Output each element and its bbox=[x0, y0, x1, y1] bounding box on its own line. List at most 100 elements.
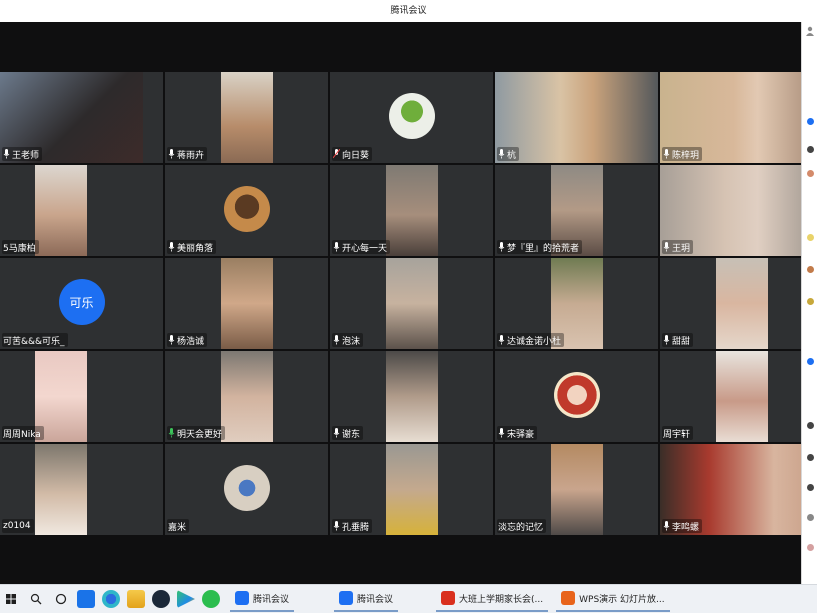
participant-tile[interactable]: z0104 bbox=[0, 444, 163, 535]
participant-name: 开心每一天 bbox=[342, 243, 388, 254]
person-icon[interactable] bbox=[805, 26, 815, 36]
taskbar-app-tencent-meeting[interactable]: 腾讯会议 bbox=[230, 586, 295, 612]
participant-label: 陈梓玥 bbox=[662, 147, 703, 161]
participant-tile[interactable]: 达诚金诺小杜 bbox=[495, 258, 658, 349]
participant-name: 美丽角落 bbox=[177, 243, 214, 254]
participant-label: 宋驿豪 bbox=[497, 426, 538, 440]
participant-tile[interactable]: 美丽角落 bbox=[165, 165, 328, 256]
participant-tile[interactable]: 嘉米 bbox=[165, 444, 328, 535]
participant-name: z0104 bbox=[3, 521, 31, 531]
microphone-icon bbox=[498, 242, 505, 252]
participant-label: 甜甜 bbox=[662, 333, 694, 347]
member-status-icon bbox=[807, 454, 814, 461]
participant-label: 孔垂腾 bbox=[332, 519, 373, 533]
participant-tile[interactable]: 陈梓玥 bbox=[660, 72, 817, 163]
windows-taskbar: 腾讯会议 腾讯会议 大班上学期家长会(... WPS演示 幻灯片放... bbox=[0, 584, 817, 613]
task-view-icon[interactable] bbox=[52, 590, 70, 608]
avatar bbox=[388, 93, 435, 139]
participant-tile[interactable]: 蒋雨卉 bbox=[165, 72, 328, 163]
meeting-stage: 王老师 蒋雨卉 向日葵 杭 陈梓玥 5马康柏 美丽角落 开心每一天 梦『里』的拾… bbox=[0, 22, 817, 584]
avatar: 可乐 bbox=[58, 279, 105, 325]
participant-label: 王玥 bbox=[662, 240, 694, 254]
participant-tile[interactable]: 甜甜 bbox=[660, 258, 817, 349]
microphone-icon bbox=[663, 149, 670, 159]
participant-video bbox=[495, 72, 658, 163]
participant-name: 宋驿豪 bbox=[507, 429, 535, 440]
participant-label: 王老师 bbox=[2, 147, 43, 161]
participant-tile[interactable]: 明天会更好 bbox=[165, 351, 328, 442]
member-status-icon bbox=[807, 422, 814, 429]
participant-video bbox=[716, 258, 768, 349]
participant-tile[interactable]: 周宇轩 bbox=[660, 351, 817, 442]
microphone-muted-icon bbox=[333, 149, 340, 159]
store-icon[interactable] bbox=[77, 590, 95, 608]
wechat-icon[interactable] bbox=[202, 590, 220, 608]
participant-tile[interactable]: 淡忘的记忆 bbox=[495, 444, 658, 535]
microphone-icon bbox=[663, 521, 670, 531]
participant-name: 王老师 bbox=[12, 150, 40, 161]
microphone-icon bbox=[168, 335, 175, 345]
participant-tile[interactable]: 谢东 bbox=[330, 351, 493, 442]
participant-name: 陈梓玥 bbox=[672, 150, 700, 161]
taskbar-app-label: 腾讯会议 bbox=[253, 594, 290, 605]
participant-tile[interactable]: 宋驿豪 bbox=[495, 351, 658, 442]
participant-video bbox=[386, 165, 438, 256]
participant-label: 达诚金诺小杜 bbox=[497, 333, 565, 347]
participant-label: 周周Nika bbox=[2, 426, 44, 440]
participant-tile[interactable]: 孔垂腾 bbox=[330, 444, 493, 535]
taskbar-app-tencent-meeting[interactable]: 腾讯会议 bbox=[334, 586, 399, 612]
participant-label: z0104 bbox=[2, 519, 34, 533]
participant-tile[interactable]: 泡沫 bbox=[330, 258, 493, 349]
microphone-icon bbox=[333, 242, 340, 252]
avatar-text: 可乐 bbox=[69, 295, 94, 310]
participant-video bbox=[35, 444, 87, 535]
steam-icon[interactable] bbox=[152, 590, 170, 608]
participant-name: 明天会更好 bbox=[177, 429, 223, 440]
taskbar-app-wps-presentation[interactable]: WPS演示 幻灯片放... bbox=[556, 586, 670, 612]
video-grid: 王老师 蒋雨卉 向日葵 杭 陈梓玥 5马康柏 美丽角落 开心每一天 梦『里』的拾… bbox=[0, 72, 817, 535]
window-title-bar: 腾讯会议 bbox=[0, 0, 817, 22]
microphone-icon bbox=[498, 428, 505, 438]
participant-video bbox=[221, 258, 273, 349]
participant-tile-active-speaker[interactable]: 王玥 bbox=[660, 165, 817, 256]
participant-name: 杨浩诚 bbox=[177, 336, 205, 347]
microphone-icon bbox=[168, 428, 175, 438]
participant-tile[interactable]: 李鸣螺 bbox=[660, 444, 817, 535]
file-explorer-icon[interactable] bbox=[127, 590, 145, 608]
browser-icon[interactable] bbox=[102, 590, 120, 608]
avatar bbox=[553, 372, 600, 418]
participant-tile[interactable]: 向日葵 bbox=[330, 72, 493, 163]
participant-label: 谢东 bbox=[332, 426, 364, 440]
participant-tile[interactable]: 梦『里』的拾荒者 bbox=[495, 165, 658, 256]
participant-label: 周宇轩 bbox=[662, 426, 694, 440]
participant-name: 李鸣螺 bbox=[672, 522, 700, 533]
microphone-icon bbox=[168, 149, 175, 159]
participant-tile[interactable]: 开心每一天 bbox=[330, 165, 493, 256]
participant-tile[interactable]: 5马康柏 bbox=[0, 165, 163, 256]
participant-name: 梦『里』的拾荒者 bbox=[507, 243, 580, 254]
member-status-icon bbox=[807, 298, 814, 305]
microphone-icon bbox=[333, 335, 340, 345]
participant-name: 杭 bbox=[507, 150, 517, 161]
participant-tile[interactable]: 杨浩诚 bbox=[165, 258, 328, 349]
window-title: 腾讯会议 bbox=[390, 6, 427, 16]
taskbar-app-wps-writer[interactable]: 大班上学期家长会(... bbox=[436, 586, 549, 612]
microphone-icon bbox=[333, 428, 340, 438]
participant-video bbox=[551, 444, 603, 535]
microphone-icon bbox=[333, 521, 340, 531]
taskbar-app-label: WPS演示 幻灯片放... bbox=[579, 594, 665, 605]
avatar bbox=[223, 186, 270, 232]
participant-tile[interactable]: 周周Nika bbox=[0, 351, 163, 442]
member-list-panel[interactable] bbox=[801, 22, 817, 584]
participant-label: 李鸣螺 bbox=[662, 519, 703, 533]
search-icon[interactable] bbox=[27, 590, 45, 608]
participant-tile[interactable]: 可乐 可苦&&&可乐_ bbox=[0, 258, 163, 349]
participant-name: 泡沫 bbox=[342, 336, 361, 347]
participant-tile[interactable]: 杭 bbox=[495, 72, 658, 163]
start-icon[interactable] bbox=[2, 590, 20, 608]
member-status-icon bbox=[807, 266, 814, 273]
member-status-icon bbox=[807, 544, 814, 551]
player-icon[interactable] bbox=[177, 590, 195, 608]
member-status-icon bbox=[807, 170, 814, 177]
participant-tile[interactable]: 王老师 bbox=[0, 72, 163, 163]
